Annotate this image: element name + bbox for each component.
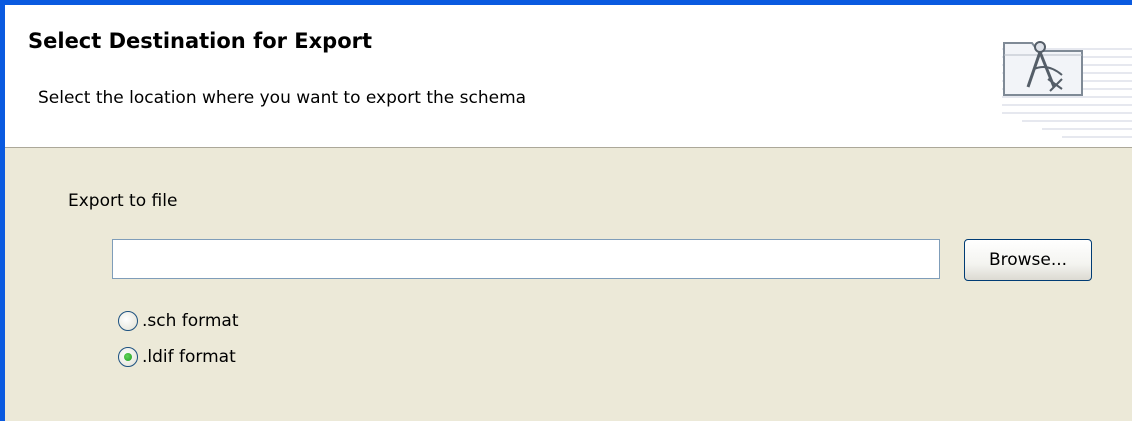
wizard-banner: Select Destination for Export Select the… <box>5 5 1132 148</box>
radio-ldif-format[interactable]: .ldif format <box>118 344 236 370</box>
radio-ldif-format-label: .ldif format <box>142 347 236 367</box>
radio-button-selected-icon[interactable] <box>118 347 138 367</box>
banner-title: Select Destination for Export <box>28 29 373 53</box>
wizard-dialog: Select Destination for Export Select the… <box>0 0 1132 421</box>
radio-button-unselected-icon[interactable] <box>118 311 138 331</box>
export-wizard-compass-icon <box>1002 41 1132 138</box>
export-file-path-input[interactable] <box>112 239 940 279</box>
browse-button[interactable]: Browse... <box>964 239 1092 281</box>
radio-sch-format-label: .sch format <box>142 311 239 331</box>
radio-sch-format[interactable]: .sch format <box>118 308 239 334</box>
radio-selected-dot-icon <box>124 353 132 361</box>
export-to-file-label: Export to file <box>68 191 178 211</box>
banner-description: Select the location where you want to ex… <box>38 88 527 108</box>
